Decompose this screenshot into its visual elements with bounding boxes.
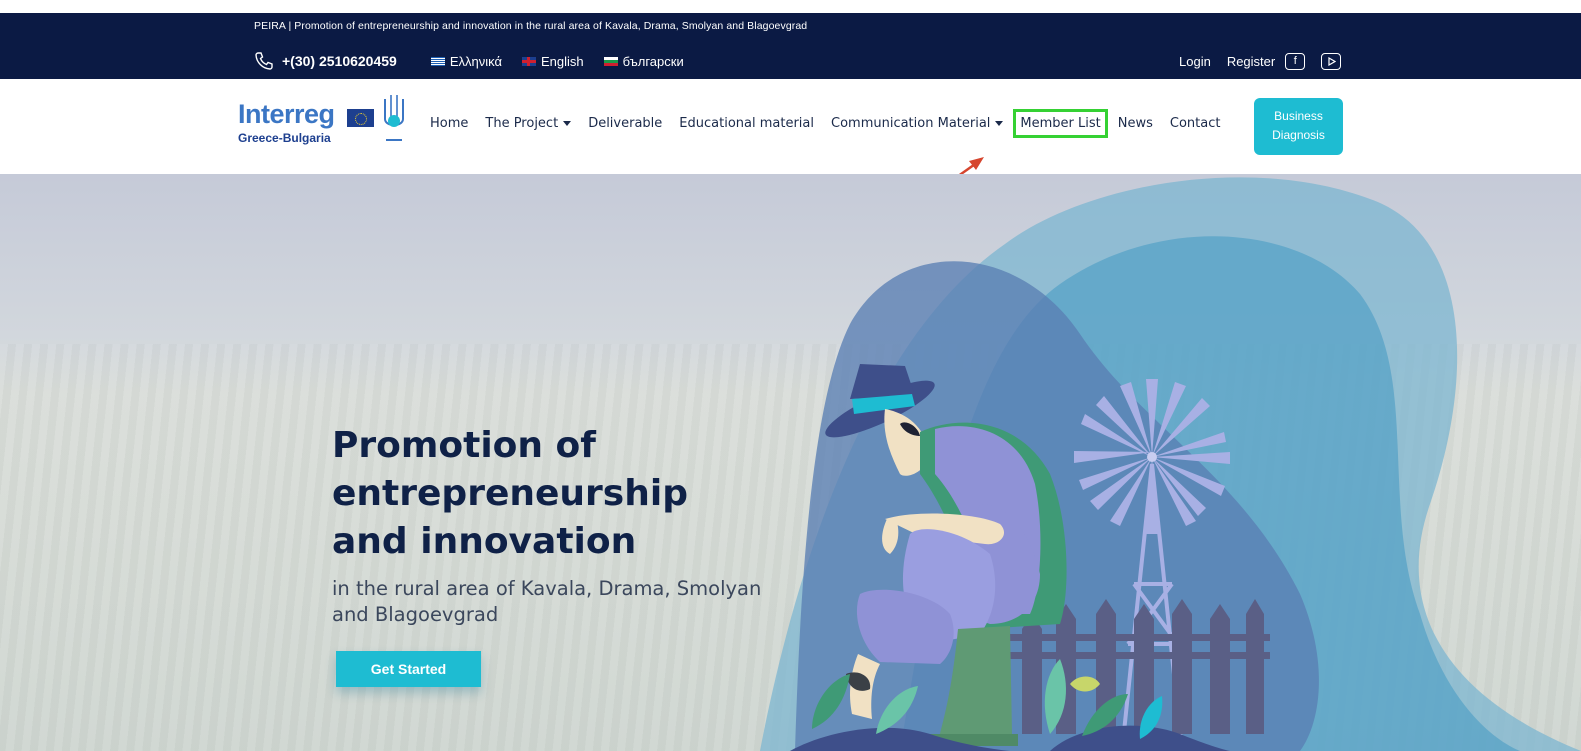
language-bulgarian[interactable]: български bbox=[603, 53, 684, 69]
get-started-button[interactable]: Get Started bbox=[336, 651, 481, 687]
language-label: Ελληνικά bbox=[449, 53, 502, 69]
eu-flag-icon bbox=[347, 109, 374, 127]
logo-wordmark: Interreg bbox=[238, 99, 335, 129]
peira-logo-icon bbox=[384, 95, 404, 141]
hero-section: Promotion of entrepreneurship and innova… bbox=[0, 174, 1581, 751]
button-label-line-1: Business bbox=[1274, 109, 1323, 123]
nav-the-project[interactable]: The Project bbox=[485, 116, 572, 131]
nav-communication-material[interactable]: Communication Material bbox=[831, 116, 1004, 131]
auth-links: Login Register f bbox=[1179, 49, 1357, 73]
phone-icon bbox=[255, 52, 273, 70]
nav-news[interactable]: News bbox=[1118, 116, 1153, 131]
nav-label: Communication Material bbox=[831, 116, 991, 131]
main-header: Interreg Greece-Bulgaria Home The Projec… bbox=[0, 79, 1581, 174]
nav-educational-material[interactable]: Educational material bbox=[679, 116, 814, 131]
youtube-icon[interactable] bbox=[1321, 52, 1342, 70]
button-label-line-2: Diagnosis bbox=[1272, 128, 1325, 142]
nav-member-list[interactable]: Member List bbox=[1013, 109, 1108, 138]
nav-home[interactable]: Home bbox=[430, 116, 468, 131]
language-greek[interactable]: Ελληνικά bbox=[430, 53, 502, 69]
site-tagline: PEIRA | Promotion of entrepreneurship an… bbox=[254, 20, 808, 32]
top-bar: PEIRA | Promotion of entrepreneurship an… bbox=[0, 13, 1581, 79]
language-label: български bbox=[622, 53, 684, 69]
nav-contact[interactable]: Contact bbox=[1170, 116, 1221, 131]
register-link[interactable]: Register bbox=[1227, 54, 1275, 69]
nav-label: The Project bbox=[485, 116, 559, 131]
phone-number[interactable]: +(30) 2510620459 bbox=[282, 53, 397, 69]
hero-subtitle: in the rural area of Kavala, Drama, Smol… bbox=[332, 577, 762, 626]
nav-deliverable[interactable]: Deliverable bbox=[588, 116, 662, 131]
caret-down-icon bbox=[995, 121, 1004, 126]
language-english[interactable]: English bbox=[521, 53, 584, 69]
greece-flag-icon bbox=[430, 56, 445, 66]
hero-illustration bbox=[760, 177, 1581, 751]
interreg-logo[interactable]: Interreg Greece-Bulgaria bbox=[238, 93, 408, 155]
main-nav: Home The Project Deliverable Educational… bbox=[430, 109, 1237, 138]
caret-down-icon bbox=[563, 121, 572, 126]
hero-title: Promotion of entrepreneurship and innova… bbox=[332, 425, 688, 562]
business-diagnosis-button[interactable]: Business Diagnosis bbox=[1254, 98, 1343, 155]
facebook-icon[interactable]: f bbox=[1285, 52, 1306, 70]
login-link[interactable]: Login bbox=[1179, 54, 1211, 69]
bulgaria-flag-icon bbox=[603, 56, 618, 66]
language-label: English bbox=[540, 53, 584, 69]
contact-row: +(30) 2510620459 Ελληνικά English българ… bbox=[254, 49, 704, 73]
logo-subtitle: Greece-Bulgaria bbox=[238, 131, 331, 145]
uk-flag-icon bbox=[521, 56, 536, 66]
